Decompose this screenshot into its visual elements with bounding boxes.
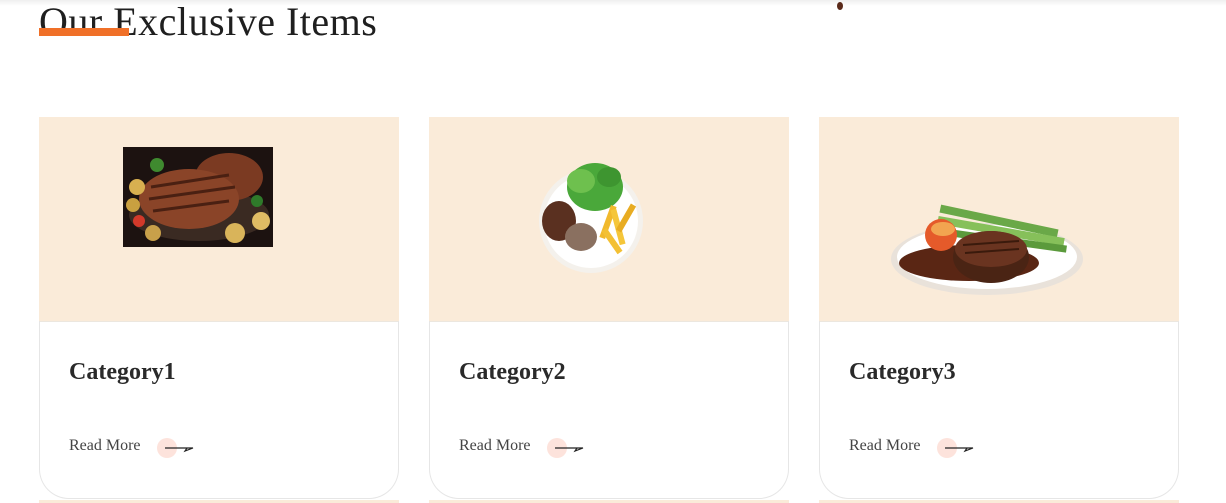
- arrow-right-icon[interactable]: [547, 437, 587, 459]
- steak-with-potatoes-image: [123, 147, 273, 247]
- card-body: [429, 321, 789, 499]
- section-header: Our Exclusive Items: [39, 0, 377, 50]
- card-body: [39, 321, 399, 499]
- category-card-2[interactable]: Category2 Read More: [429, 117, 789, 503]
- plate-with-salad-steak-fries-image: [539, 163, 643, 273]
- category-card-1[interactable]: Category1 Read More: [39, 117, 399, 503]
- read-more-link[interactable]: Read More: [849, 437, 921, 455]
- card-title: Category3: [849, 359, 956, 385]
- category-card-3[interactable]: Category3 Read More: [819, 117, 1179, 503]
- card-image-area: [819, 117, 1179, 321]
- card-image-area: [429, 117, 789, 321]
- read-more-link[interactable]: Read More: [459, 437, 531, 455]
- arrow-right-icon[interactable]: [937, 437, 977, 459]
- steak-with-asparagus-image: [891, 204, 1083, 295]
- card-image-area: [39, 117, 399, 321]
- decorative-dot: [837, 2, 843, 10]
- arrow-right-icon[interactable]: [157, 437, 197, 459]
- read-more-link[interactable]: Read More: [69, 437, 141, 455]
- title-accent-underline: [39, 28, 129, 36]
- card-title: Category1: [69, 359, 176, 385]
- section-title: Our Exclusive Items: [39, 0, 378, 44]
- card-body: [819, 321, 1179, 499]
- card-title: Category2: [459, 359, 566, 385]
